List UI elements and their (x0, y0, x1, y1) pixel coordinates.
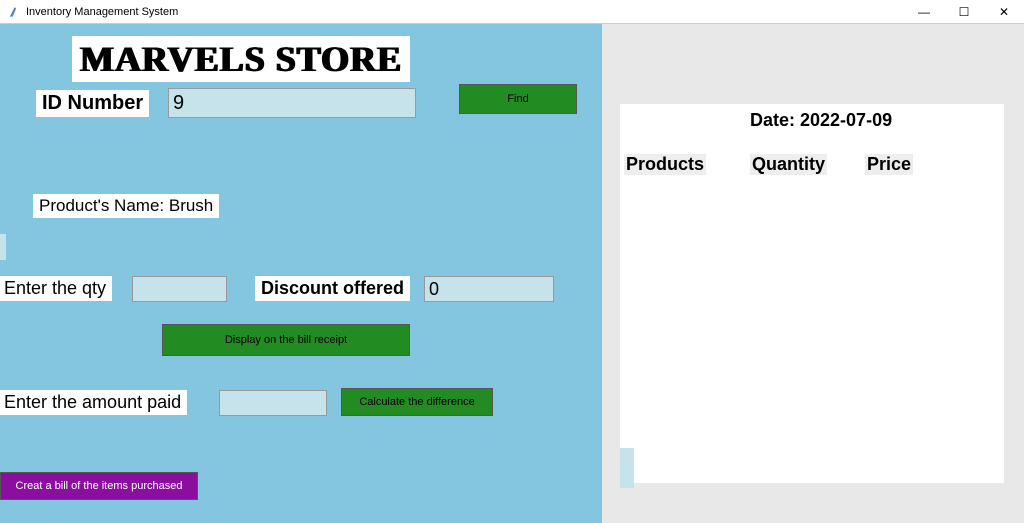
scroll-indicator[interactable] (620, 448, 634, 488)
discount-input[interactable] (424, 276, 554, 302)
store-title: MARVELS STORE (72, 36, 410, 82)
id-number-label: ID Number (36, 90, 149, 117)
qty-label: Enter the qty (0, 276, 112, 301)
amount-paid-input[interactable] (219, 390, 327, 416)
quantity-header: Quantity (750, 154, 827, 175)
find-button[interactable]: Find (459, 84, 577, 114)
panel-gap (602, 24, 610, 523)
app-icon (8, 5, 22, 19)
discount-label: Discount offered (255, 276, 410, 301)
small-block (0, 234, 6, 260)
window-title: Inventory Management System (26, 6, 178, 18)
left-panel: MARVELS STORE ID Number Find Product's N… (0, 24, 602, 523)
minimize-icon[interactable]: — (904, 0, 944, 24)
date-label: Date: 2022-07-09 (750, 110, 892, 131)
price-header: Price (865, 154, 913, 175)
calculate-button[interactable]: Calculate the difference (341, 388, 493, 416)
products-header: Products (624, 154, 706, 175)
title-bar: Inventory Management System — ☐ ✕ (0, 0, 1024, 24)
product-name-label: Product's Name: Brush (33, 194, 219, 218)
display-receipt-button[interactable]: Display on the bill receipt (162, 324, 410, 356)
qty-input[interactable] (132, 276, 227, 302)
maximize-icon[interactable]: ☐ (944, 0, 984, 24)
right-panel: Date: 2022-07-09 Products Quantity Price (610, 24, 1024, 523)
receipt-area: Date: 2022-07-09 Products Quantity Price (620, 104, 1004, 483)
id-number-input[interactable] (168, 88, 416, 118)
main-content: MARVELS STORE ID Number Find Product's N… (0, 24, 1024, 523)
create-bill-button[interactable]: Creat a bill of the items purchased (0, 472, 198, 500)
close-icon[interactable]: ✕ (984, 0, 1024, 24)
amount-paid-label: Enter the amount paid (0, 390, 187, 415)
